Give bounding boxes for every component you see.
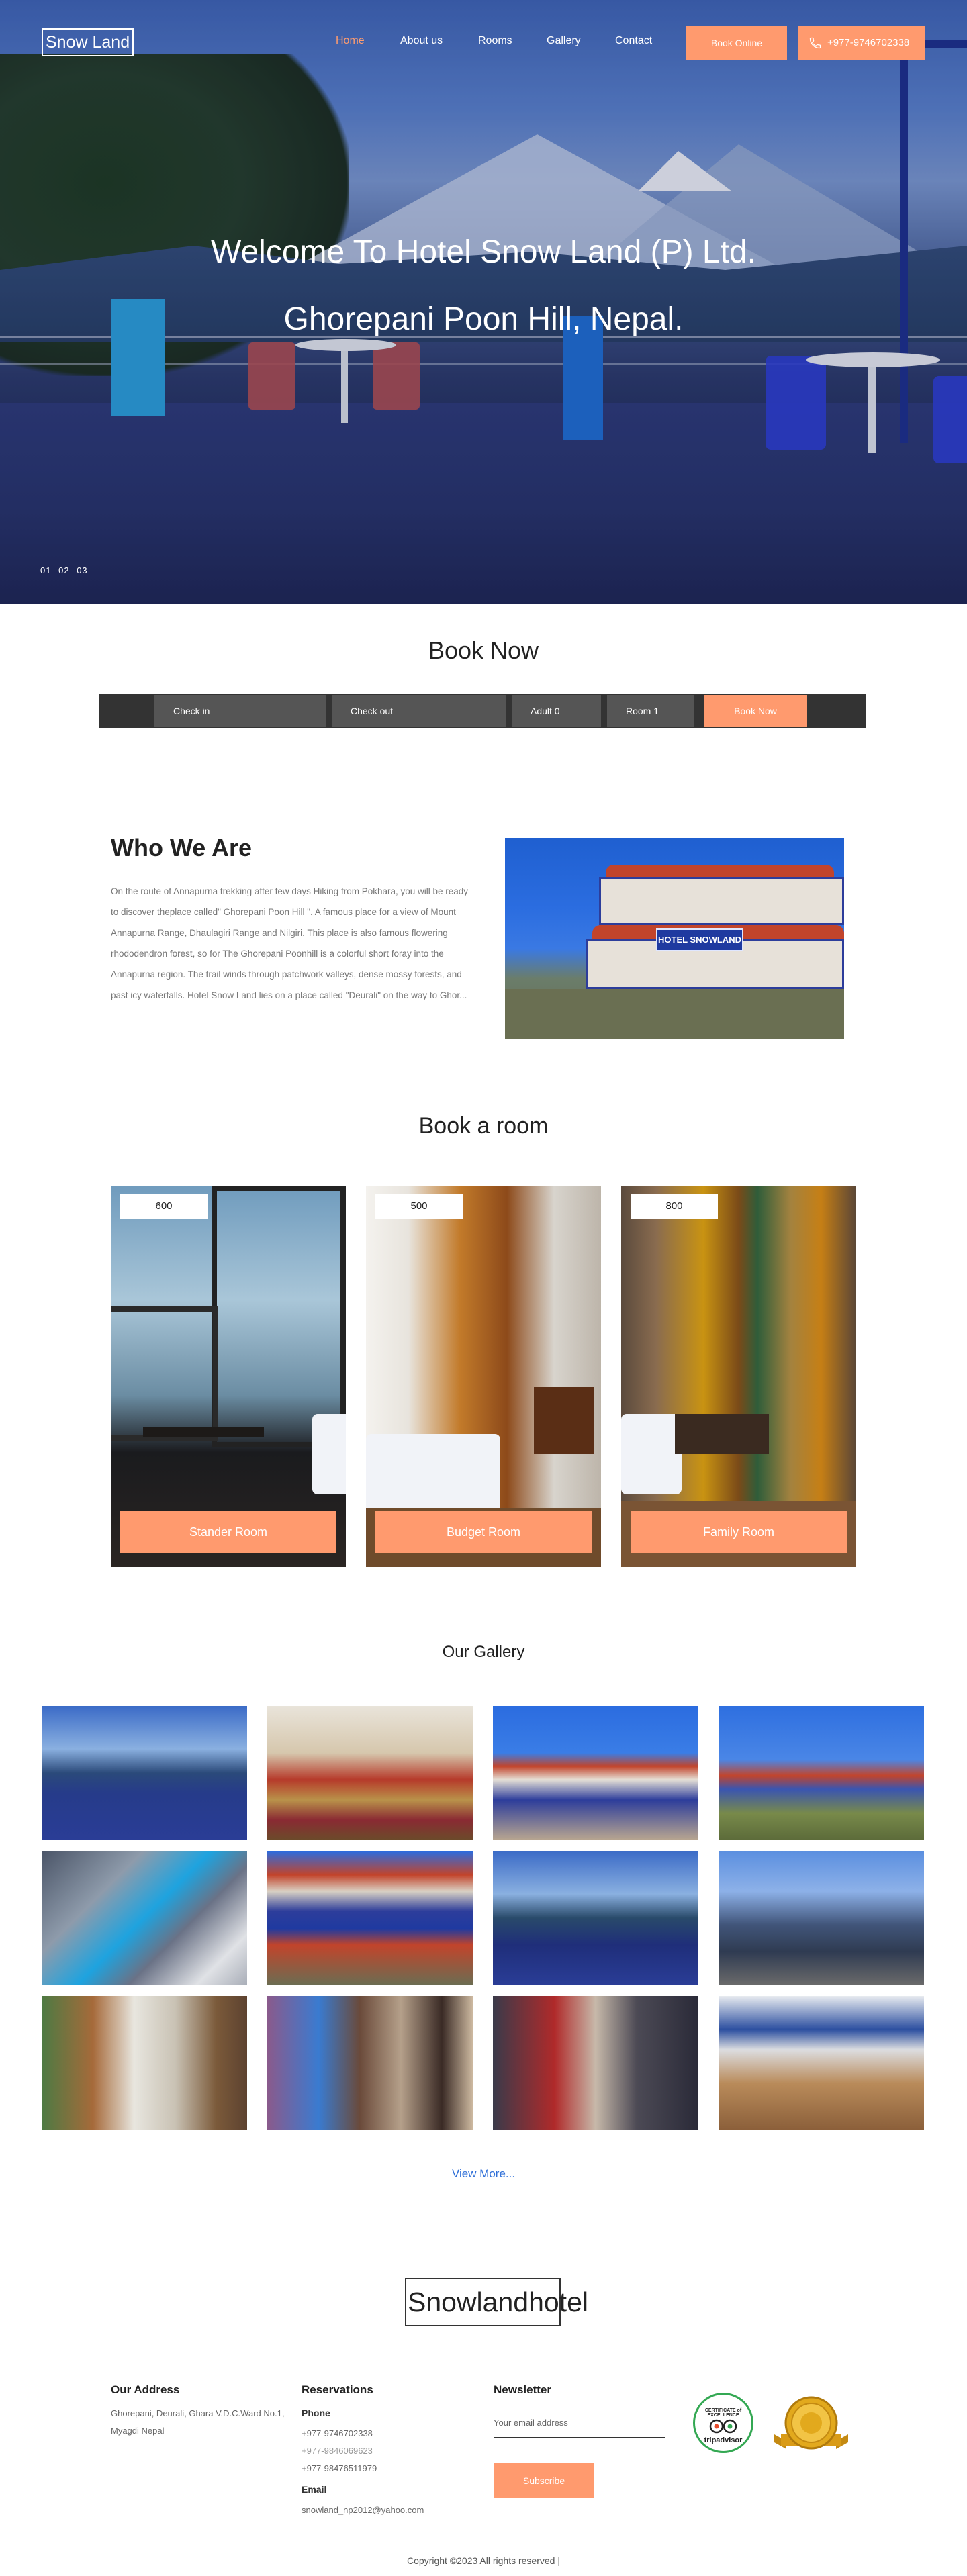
slide-2[interactable]: 02: [58, 565, 69, 575]
slide-indicator: 01 02 03: [40, 565, 92, 575]
bench: [143, 1427, 264, 1437]
tripadvisor-award-text: CERTIFICATE of EXCELLENCE: [704, 2408, 742, 2418]
gallery-image[interactable]: [719, 1851, 924, 1985]
gallery-image[interactable]: [493, 1706, 698, 1840]
stone-wall: [505, 989, 844, 1039]
phone-number-1[interactable]: +977-9746702338: [302, 2425, 373, 2442]
gallery-image[interactable]: [719, 1706, 924, 1840]
address-text: Ghorepani, Deurali, Ghara V.D.C.Ward No.…: [111, 2408, 285, 2436]
booking-bar: Check in Check out Adult 0 Room 1 Book N…: [99, 694, 866, 728]
nav-contact[interactable]: Contact: [615, 35, 652, 47]
gallery-image[interactable]: [719, 1996, 924, 2130]
reservations-title: Reservations: [302, 2383, 373, 2396]
slide-1[interactable]: 01: [40, 565, 51, 575]
subscribe-button[interactable]: Subscribe: [494, 2463, 594, 2498]
tripadvisor-badge[interactable]: CERTIFICATE of EXCELLENCE tripadvisor: [693, 2393, 753, 2453]
copyright: Copyright ©2023 All rights reserved |: [407, 2555, 560, 2566]
table: [675, 1414, 769, 1454]
gallery-image[interactable]: [42, 1851, 247, 1985]
view-more-link[interactable]: View More...: [0, 2167, 967, 2181]
gallery-image[interactable]: [493, 1851, 698, 1985]
adult-select[interactable]: Adult 0: [512, 695, 601, 727]
phone-label: Phone: [302, 2407, 330, 2418]
nav-gallery[interactable]: Gallery: [547, 35, 581, 47]
room-select[interactable]: Room 1: [607, 695, 694, 727]
email-address[interactable]: snowland_np2012@yahoo.com: [302, 2501, 424, 2519]
room-price: 800: [631, 1194, 718, 1219]
rooms-title: Book a room: [418, 1113, 549, 1139]
phone-number-3[interactable]: +977-98476511979: [302, 2460, 377, 2477]
footer-logo[interactable]: Snowlandhotel: [405, 2278, 588, 2326]
site-logo[interactable]: Snow Land: [42, 28, 134, 56]
bed: [312, 1414, 346, 1494]
about-text: On the route of Annapurna trekking after…: [111, 886, 469, 1000]
gallery-image[interactable]: [267, 1996, 473, 2130]
book-online-button[interactable]: Book Online: [686, 26, 787, 60]
gold-award-icon: [774, 2396, 848, 2450]
table: [534, 1387, 594, 1454]
check-in-field[interactable]: Check in: [154, 695, 326, 727]
window-frame: [111, 1306, 218, 1441]
newsletter-title: Newsletter: [494, 2383, 551, 2396]
book-now-button[interactable]: Book Now: [704, 695, 807, 727]
book-now-title: Book Now: [428, 636, 539, 664]
window-frame: [212, 1186, 346, 1447]
room-price: 500: [375, 1194, 463, 1219]
nav-home[interactable]: Home: [336, 35, 365, 47]
phone-icon: [809, 37, 821, 49]
gallery-image[interactable]: [267, 1851, 473, 1985]
hero-heading: Welcome To Hotel Snow Land (P) Ltd.: [211, 234, 756, 270]
tripadvisor-name: tripadvisor: [704, 2436, 743, 2444]
nav-about[interactable]: About us: [400, 35, 443, 47]
stander-room-button[interactable]: Stander Room: [120, 1511, 336, 1553]
hero-banner: Snow Land Home About us Rooms Gallery Co…: [0, 0, 967, 604]
address-title: Our Address: [111, 2383, 180, 2396]
hotel-photo: HOTEL SNOWLAND: [505, 838, 844, 1039]
room-card[interactable]: 800 Family Room: [621, 1186, 856, 1567]
family-room-button[interactable]: Family Room: [631, 1511, 847, 1553]
slide-3[interactable]: 03: [77, 565, 87, 575]
newsletter-email-input[interactable]: Your email address: [494, 2412, 665, 2438]
phone-number: +977-9746702338: [827, 37, 910, 48]
gallery-image[interactable]: [267, 1706, 473, 1840]
room-price: 600: [120, 1194, 208, 1219]
room-card[interactable]: 500 Budget Room: [366, 1186, 601, 1567]
gallery-image[interactable]: [493, 1996, 698, 2130]
nav-rooms[interactable]: Rooms: [478, 35, 512, 47]
hero-subheading: Ghorepani Poon Hill, Nepal.: [283, 301, 684, 337]
gallery-image[interactable]: [42, 1996, 247, 2130]
gallery-title: Our Gallery: [442, 1643, 525, 1661]
hotel-floor: [599, 877, 844, 925]
email-label: Email: [302, 2484, 327, 2495]
room-card[interactable]: 600 Stander Room: [111, 1186, 346, 1567]
phone-number-2[interactable]: +977-9846069623: [302, 2442, 373, 2460]
about-title: Who We Are: [111, 834, 252, 861]
budget-room-button[interactable]: Budget Room: [375, 1511, 592, 1553]
hotel-sign: HOTEL SNOWLAND: [656, 928, 743, 951]
owl-icon: [709, 2419, 737, 2434]
phone-button[interactable]: +977-9746702338: [798, 26, 925, 60]
gallery-image[interactable]: [42, 1706, 247, 1840]
check-out-field[interactable]: Check out: [332, 695, 506, 727]
bed: [621, 1414, 682, 1494]
